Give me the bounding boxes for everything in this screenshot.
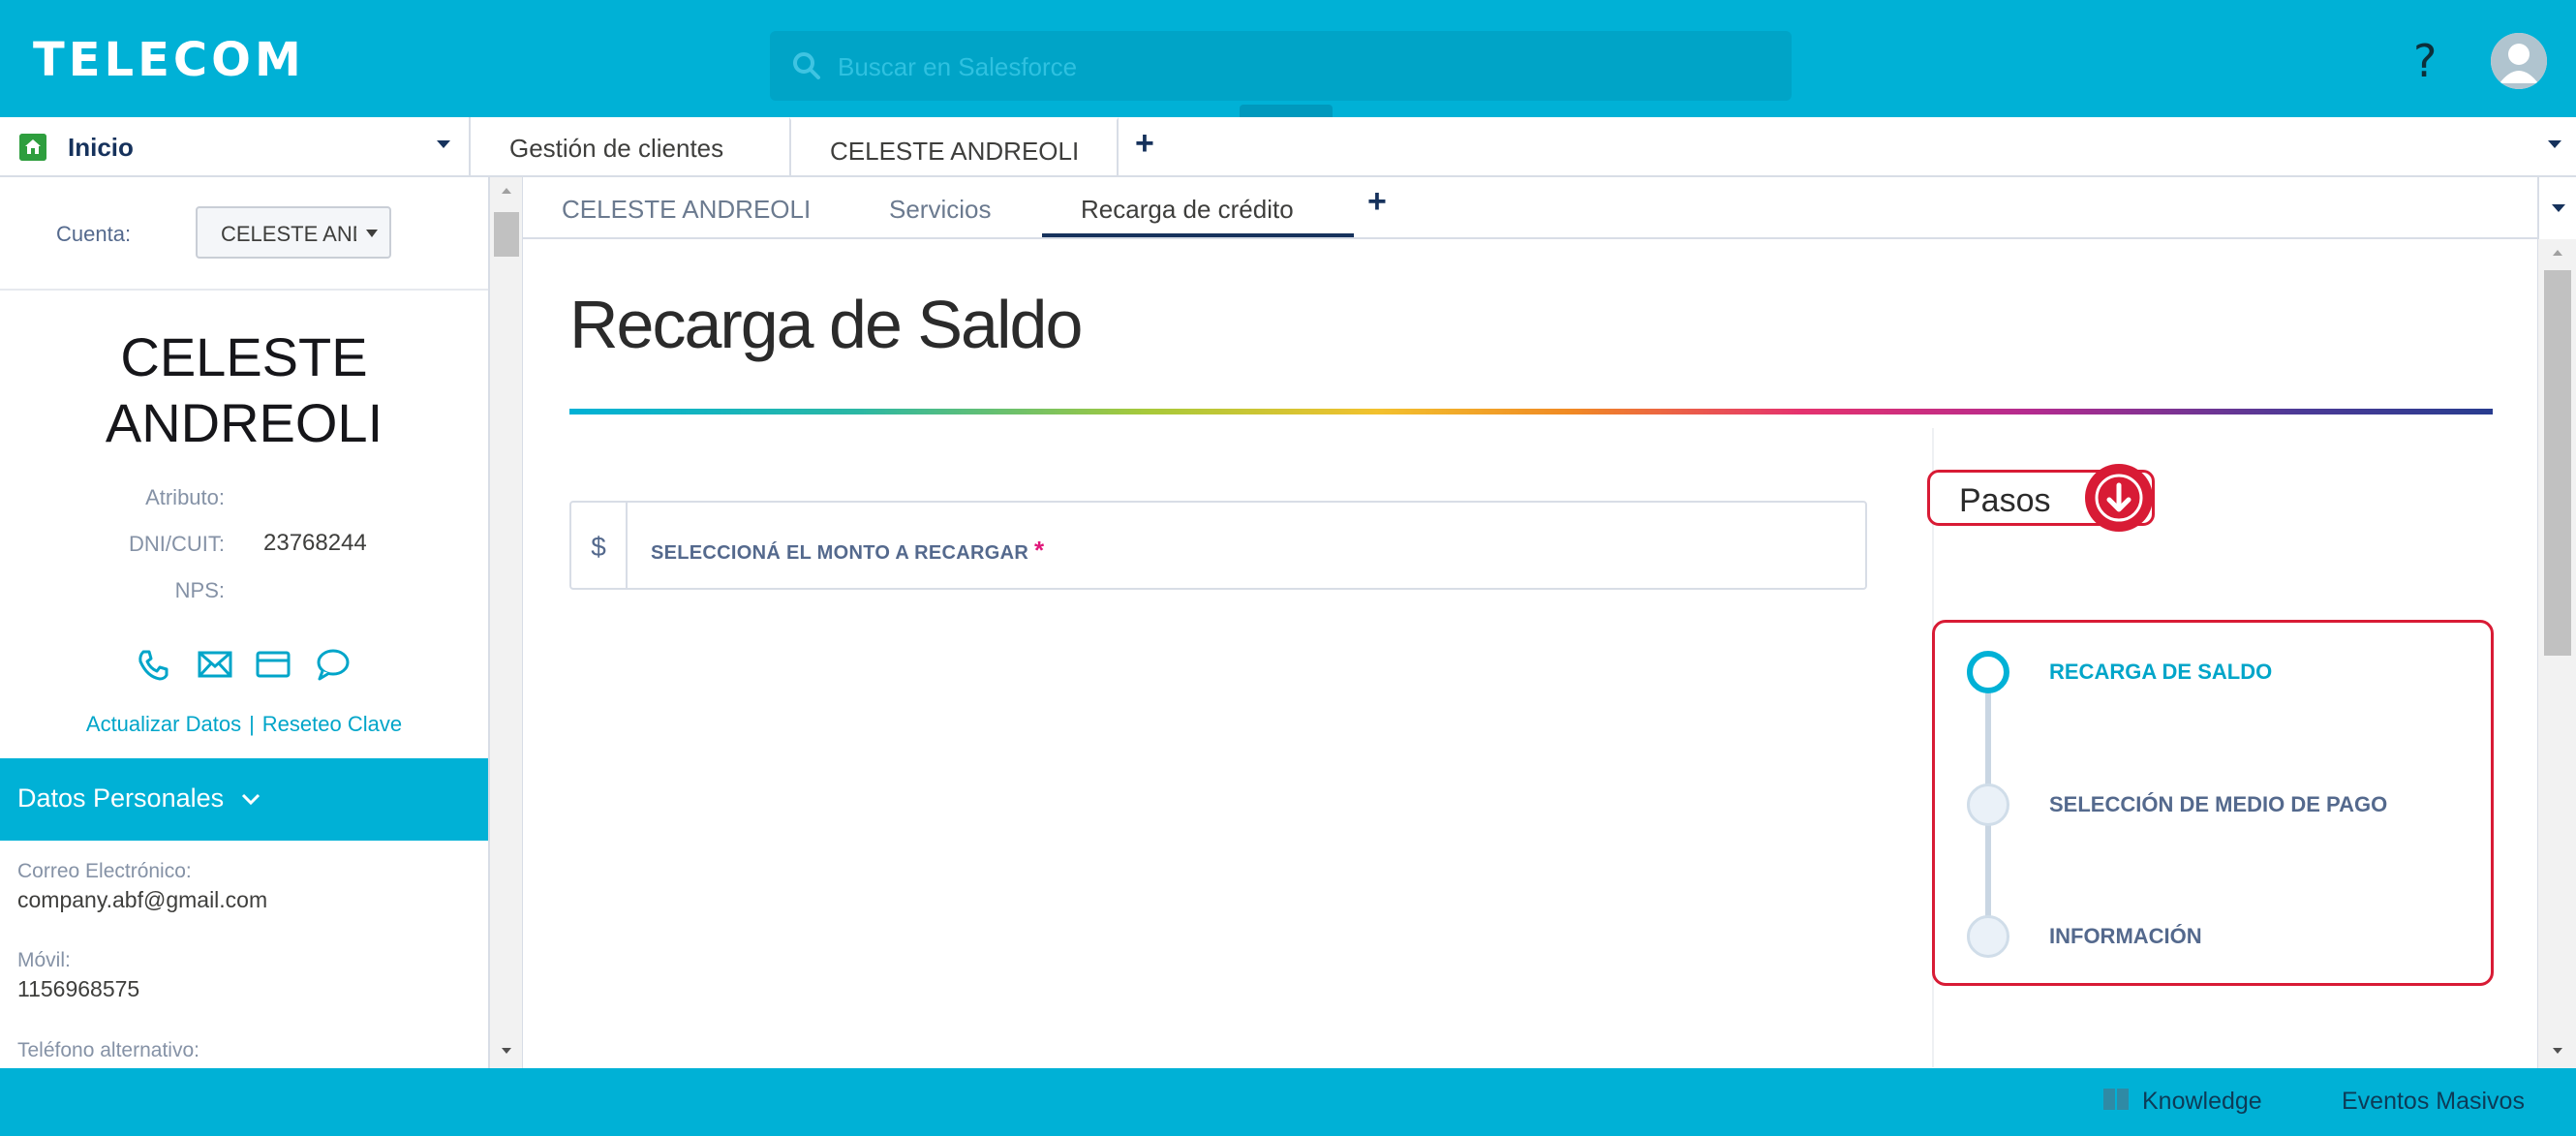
personal-data-header[interactable]: Datos Personales	[0, 758, 488, 841]
step-1-indicator	[1967, 651, 2009, 693]
tabs-overflow-chevron-icon[interactable]	[2541, 131, 2568, 158]
phone-icon[interactable]	[136, 648, 170, 683]
scroll-down-icon[interactable]	[2550, 1045, 2565, 1057]
book-icon	[2103, 1089, 2129, 1110]
divider	[0, 289, 488, 291]
amount-label-text: SELECCIONÁ EL MONTO A RECARGAR	[651, 542, 1029, 564]
scrollbar-thumb[interactable]	[2544, 270, 2571, 656]
mobile-value: 1156968575	[17, 976, 140, 1001]
chevron-down-icon	[241, 793, 261, 806]
account-selected-value: CELESTE ANDREOLI	[221, 222, 356, 246]
amount-selector[interactable]: $ SELECCIONÁ EL MONTO A RECARGAR *	[569, 501, 1867, 590]
primary-tab-bar: Inicio Gestión de clientes CELESTE ANDRE…	[0, 117, 2576, 177]
dni-value: 23768244	[263, 530, 367, 556]
search-icon	[793, 52, 820, 79]
subtab-recarga-credito[interactable]: Recarga de crédito	[1081, 195, 1294, 225]
chat-icon[interactable]	[316, 648, 351, 681]
chevron-down-icon	[366, 230, 378, 237]
left-panel-scrollbar[interactable]	[490, 177, 523, 1068]
step-3-indicator	[1967, 915, 2009, 958]
update-data-link[interactable]: Actualizar Datos	[86, 712, 241, 736]
step-2-label[interactable]: SELECCIÓN DE MEDIO DE PAGO	[2049, 792, 2387, 817]
pasos-highlight: Pasos	[1927, 464, 2155, 532]
step-1-label[interactable]: RECARGA DE SALDO	[2049, 660, 2272, 685]
main-scrollbar[interactable]	[2537, 239, 2576, 1068]
email-label: Correo Electrónico:	[17, 860, 192, 882]
chevron-down-icon	[2552, 204, 2565, 212]
tab-celeste-andreoli[interactable]: CELESTE ANDREOLI	[789, 117, 1119, 175]
subtab-servicios[interactable]: Servicios	[889, 195, 991, 225]
chevron-down-icon[interactable]	[430, 131, 457, 158]
scroll-up-icon[interactable]	[2550, 247, 2565, 259]
subtabs-overflow[interactable]	[2537, 177, 2576, 239]
tab-gestion-clientes[interactable]: Gestión de clientes	[509, 117, 723, 175]
nps-label: NPS:	[174, 578, 225, 602]
alt-phone-label: Teléfono alternativo:	[17, 1039, 199, 1061]
contact-actions	[136, 642, 358, 685]
customer-name-line1: CELESTE	[120, 326, 368, 387]
step-3-label[interactable]: INFORMACIÓN	[2049, 924, 2202, 949]
account-label: Cuenta:	[56, 222, 132, 246]
required-mark: *	[1034, 536, 1045, 565]
add-subtab-plus-icon[interactable]: +	[1367, 183, 1387, 221]
customer-links: Actualizar Datos | Reseteo Clave	[0, 712, 488, 737]
link-separator: |	[249, 712, 255, 736]
pasos-label: Pasos	[1959, 482, 2051, 519]
attribute-label: Atributo:	[145, 485, 225, 509]
eventos-masivos-button[interactable]: Eventos Masivos	[2342, 1088, 2525, 1116]
steps-highlight: RECARGA DE SALDO SELECCIÓN DE MEDIO DE P…	[1932, 620, 2494, 986]
add-tab-plus-icon[interactable]: +	[1135, 125, 1154, 163]
top-header: TELECOM Buscar en Salesforce ?	[0, 0, 2576, 117]
currency-symbol: $	[571, 503, 628, 588]
scroll-up-icon[interactable]	[499, 185, 514, 197]
tab-home[interactable]: Inicio	[0, 117, 471, 175]
sub-tab-bar: CELESTE ANDREOLI Servicios Recarga de cr…	[523, 177, 2576, 239]
header-expand-handle[interactable]	[1240, 105, 1333, 117]
customer-name: CELESTE ANDREOLI	[0, 324, 488, 456]
reset-password-link[interactable]: Reseteo Clave	[262, 712, 402, 736]
amount-field-label: SELECCIONÁ EL MONTO A RECARGAR *	[651, 536, 1044, 566]
active-tab-indicator	[1042, 233, 1354, 237]
main-content: Recarga de Saldo $ SELECCIONÁ EL MONTO A…	[523, 239, 2537, 1068]
subtab-celeste-andreoli[interactable]: CELESTE ANDREOLI	[562, 195, 811, 225]
utility-bar: Knowledge Eventos Masivos	[0, 1068, 2576, 1136]
search-input[interactable]: Buscar en Salesforce	[838, 52, 1077, 82]
customer-panel: Cuenta: CELESTE ANDREOLI CELESTE ANDREOL…	[0, 177, 490, 1068]
email-value: company.abf@gmail.com	[17, 887, 268, 912]
global-search[interactable]: Buscar en Salesforce	[770, 31, 1792, 101]
dni-label: DNI/CUIT:	[129, 532, 225, 556]
scrollbar-thumb[interactable]	[494, 212, 519, 257]
user-avatar[interactable]	[2491, 33, 2547, 89]
home-icon	[19, 134, 46, 161]
personal-data-title: Datos Personales	[17, 783, 225, 813]
help-icon[interactable]: ?	[2413, 35, 2437, 87]
arrow-down-icon	[2095, 474, 2143, 522]
knowledge-button[interactable]: Knowledge	[2142, 1088, 2262, 1116]
user-icon	[2491, 33, 2547, 89]
mobile-label: Móvil:	[17, 949, 71, 971]
page-title: Recarga de Saldo	[569, 287, 1083, 362]
pasos-toggle-button[interactable]	[2085, 464, 2153, 532]
customer-name-line2: ANDREOLI	[105, 392, 383, 453]
step-2-indicator	[1967, 783, 2009, 826]
tab-home-label: Inicio	[68, 133, 134, 162]
title-divider	[569, 409, 2493, 414]
telecom-logo[interactable]: TELECOM	[33, 33, 305, 87]
account-select[interactable]: CELESTE ANDREOLI	[196, 206, 391, 259]
card-icon[interactable]	[256, 650, 291, 679]
email-icon[interactable]	[198, 650, 232, 679]
scroll-down-icon[interactable]	[499, 1045, 514, 1057]
